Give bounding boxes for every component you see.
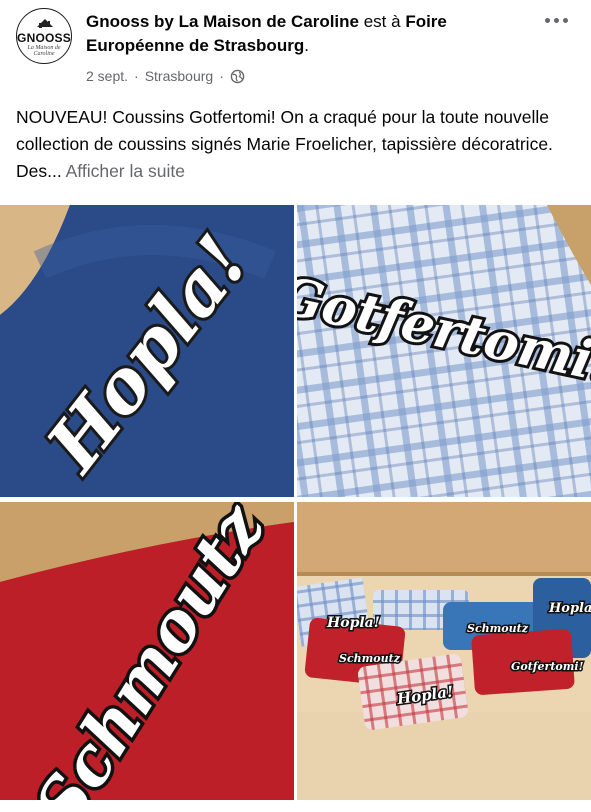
photo-grid: Hopla! Gotfertomi! Schmoutz Hopla! Schmo… [0, 205, 591, 800]
title-suffix: . [304, 36, 309, 55]
photo-hopla-cushion[interactable]: Hopla! [0, 205, 294, 497]
photo-caption-hopla-small: Hopla! [326, 615, 380, 631]
post-text: NOUVEAU! Coussins Gotfertomi! On a craqu… [16, 104, 576, 185]
post-header: GNOOSS La Maison de Caroline Gnooss by L… [0, 0, 591, 100]
dot-icon [544, 17, 550, 23]
photo-caption-gotfertomi-small: Gotfertomi! [511, 660, 584, 673]
post-meta: 2 sept. · Strasbourg · [86, 68, 245, 84]
meta-separator: · [219, 68, 224, 84]
more-options-button[interactable] [541, 12, 571, 28]
photo-schmoutz-cushion[interactable]: Schmoutz [0, 502, 294, 800]
gotfertomi-cushion-illustration: Gotfertomi! [297, 205, 591, 497]
photo-cushion-collection[interactable]: Hopla! Schmoutz Schmoutz Hopla! Hopla! G… [297, 502, 591, 800]
page-avatar[interactable]: GNOOSS La Maison de Caroline [16, 8, 72, 64]
see-more-link[interactable]: Afficher la suite [66, 161, 185, 181]
post-date-link[interactable]: 2 sept. [86, 68, 128, 84]
post-location-link[interactable]: Strasbourg [145, 68, 213, 84]
title-connector: est à [359, 12, 406, 31]
globe-icon[interactable] [230, 69, 245, 84]
photo-caption-schmoutz-small: Schmoutz [339, 652, 401, 665]
photo-caption-hopla-blue: Hopla! [548, 601, 591, 616]
post-title: Gnooss by La Maison de Caroline est à Fo… [86, 10, 526, 58]
author-name-link[interactable]: Gnooss by La Maison de Caroline [86, 12, 359, 31]
cushion-collection-illustration: Hopla! Schmoutz Schmoutz Hopla! Hopla! G… [297, 502, 591, 800]
dot-icon [553, 17, 559, 23]
meta-separator: · [134, 68, 139, 84]
photo-gotfertomi-cushion[interactable]: Gotfertomi! [297, 205, 591, 497]
dot-icon [562, 17, 568, 23]
photo-caption-schmoutz-blue: Schmoutz [467, 622, 529, 635]
hopla-cushion-illustration: Hopla! [0, 205, 294, 497]
avatar-logo-subtext: La Maison de Caroline [27, 45, 61, 57]
schmoutz-cushion-illustration: Schmoutz [0, 502, 294, 800]
avatar-logo-text: GNOOSS [17, 31, 71, 45]
